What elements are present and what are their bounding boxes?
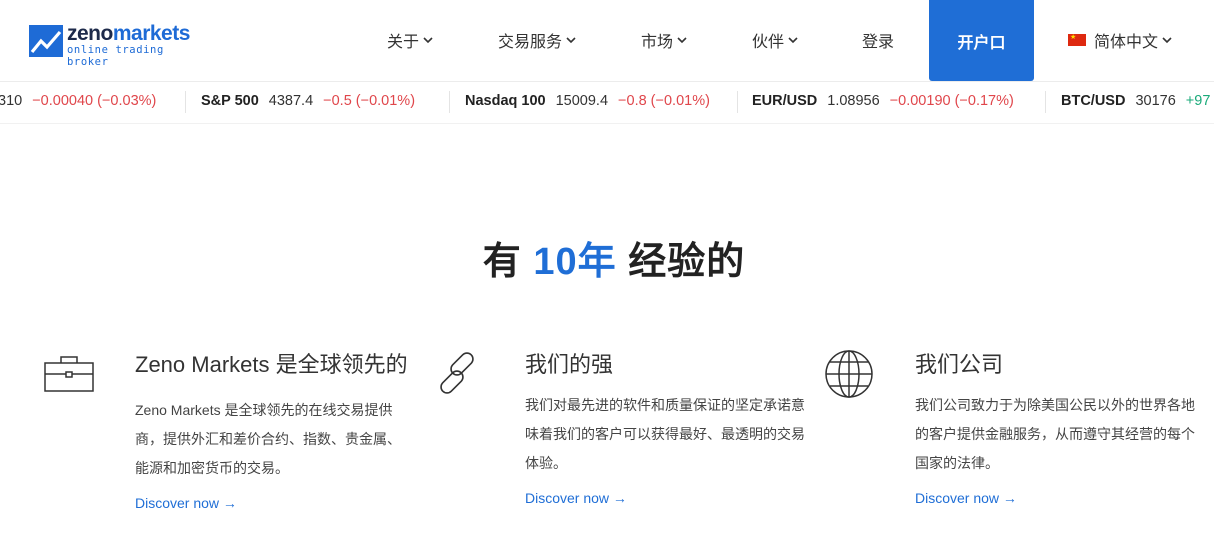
section-heading: 有 10年 经验的	[482, 241, 746, 283]
market-ticker: 310 −0.00040 (−0.03%) S&P 500 4387.4 −0.5 (…	[0, 81, 1214, 124]
feature-description: 我们公司致力于为除美国公民以外的世界各地的客户提供金融服务，从而遵守其经营的每个…	[915, 397, 1195, 471]
open-account-button[interactable]: 开户口	[929, 0, 1034, 81]
briefcase-icon	[44, 356, 94, 392]
feature-description: Zeno Markets 是全球领先的在线交易提供商，提供外汇和差价合约、指数、…	[135, 402, 401, 476]
ticker-item[interactable]: EUR/USD 1.08956 −0.00190 (−0.17%)	[752, 93, 1014, 109]
nav-item-trading-services[interactable]: 交易服务	[498, 28, 576, 52]
feature-title: Zeno Markets 是全球领先的	[135, 352, 408, 377]
nav-item-about[interactable]: 关于	[387, 28, 433, 52]
nav-item-markets[interactable]: 市场	[641, 28, 687, 52]
discover-now-link[interactable]: Discover now →	[915, 490, 1195, 506]
site-header: zenomarkets online trading broker 关于 交易服…	[0, 0, 1214, 81]
ticker-divider	[185, 91, 186, 113]
chevron-down-icon	[423, 37, 433, 44]
feature-title: 我们公司	[915, 352, 1004, 377]
ticker-item[interactable]: S&P 500 4387.4 −0.5 (−0.01%)	[201, 93, 415, 109]
logo-mark-icon	[29, 25, 63, 57]
logo-tagline: online trading broker	[67, 44, 164, 68]
chevron-down-icon	[788, 37, 798, 44]
chevron-down-icon	[1162, 37, 1172, 44]
globe-icon	[825, 350, 873, 398]
chevron-down-icon	[677, 37, 687, 44]
language-selector[interactable]: 简体中文	[1068, 28, 1172, 52]
china-flag-icon	[1068, 34, 1086, 46]
ticker-divider	[737, 91, 738, 113]
ticker-item[interactable]: BTC/USD 30176 +97	[1061, 93, 1210, 109]
feature-description: 我们对最先进的软件和质量保证的坚定承诺意味着我们的客户可以获得最好、最透明的交易…	[525, 397, 805, 471]
logo-wordmark: zenomarkets	[67, 22, 190, 45]
feature-card-global-leader: Zeno Markets 是全球领先的 Zeno Markets 是全球领先的在…	[135, 350, 410, 511]
ticker-item[interactable]: 310 −0.00040 (−0.03%)	[0, 93, 156, 109]
ticker-divider	[1045, 91, 1046, 113]
ticker-divider	[449, 91, 450, 113]
ticker-item[interactable]: Nasdaq 100 15009.4 −0.8 (−0.01%)	[465, 93, 710, 109]
zenomarkets-logo[interactable]: zenomarkets online trading broker	[29, 22, 194, 68]
nav-item-partners[interactable]: 伙伴	[752, 28, 798, 52]
chain-link-icon	[440, 352, 474, 394]
feature-card-our-company: 我们公司 我们公司致力于为除美国公民以外的世界各地的客户提供金融服务，从而遵守其…	[915, 350, 1195, 506]
discover-now-link[interactable]: Discover now →	[525, 490, 805, 506]
login-link[interactable]: 登录	[862, 28, 894, 52]
feature-title: 我们的强	[525, 352, 614, 377]
feature-card-our-strength: 我们的强 我们对最先进的软件和质量保证的坚定承诺意味着我们的客户可以获得最好、最…	[525, 350, 805, 506]
chevron-down-icon	[566, 37, 576, 44]
discover-now-link[interactable]: Discover now →	[135, 495, 410, 511]
